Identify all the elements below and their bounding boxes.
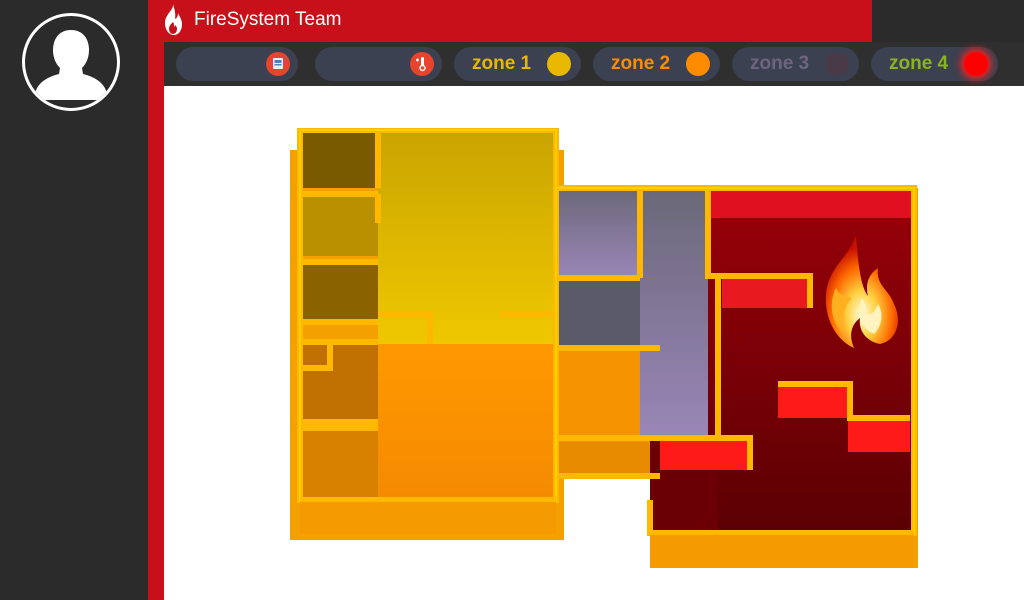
- zone-2-label: zone 2: [611, 53, 671, 74]
- accent-strip: [148, 0, 164, 600]
- zone-3-button[interactable]: zone 3: [732, 47, 859, 81]
- flame-logo-icon: [165, 4, 182, 35]
- title-bar: FireSystem Team: [148, 0, 872, 42]
- floor-ledge-right: [650, 533, 914, 568]
- title-bar-right: [872, 0, 1024, 42]
- zone-2-button[interactable]: zone 2: [593, 47, 720, 81]
- zone-1-label: zone 1: [472, 53, 532, 74]
- zone-1-button[interactable]: zone 1: [454, 47, 581, 81]
- zone-2-status-indicator: [686, 52, 710, 76]
- alarm-button[interactable]: [176, 47, 298, 81]
- sidebar: [0, 0, 148, 600]
- thermometer-icon: [410, 52, 434, 76]
- app-title: FireSystem Team: [194, 9, 342, 30]
- zone-3-label: zone 3: [750, 53, 810, 74]
- zone-4-label: zone 4: [889, 53, 949, 74]
- zone-1-status-indicator: [547, 52, 571, 76]
- user-silhouette-icon: [35, 30, 107, 100]
- zone-4-status-indicator: [964, 52, 988, 76]
- temperature-button[interactable]: [315, 47, 442, 81]
- user-avatar[interactable]: [22, 13, 120, 111]
- floorplan-map: [290, 128, 918, 568]
- zone-toolbar: zone 1 zone 2 zone 3 zone 4: [164, 42, 1024, 86]
- zone-3-status-indicator: [825, 52, 849, 76]
- zone-4-button[interactable]: zone 4: [871, 47, 998, 81]
- floor-ledge-left: [300, 500, 556, 534]
- alarm-device-icon: [266, 52, 290, 76]
